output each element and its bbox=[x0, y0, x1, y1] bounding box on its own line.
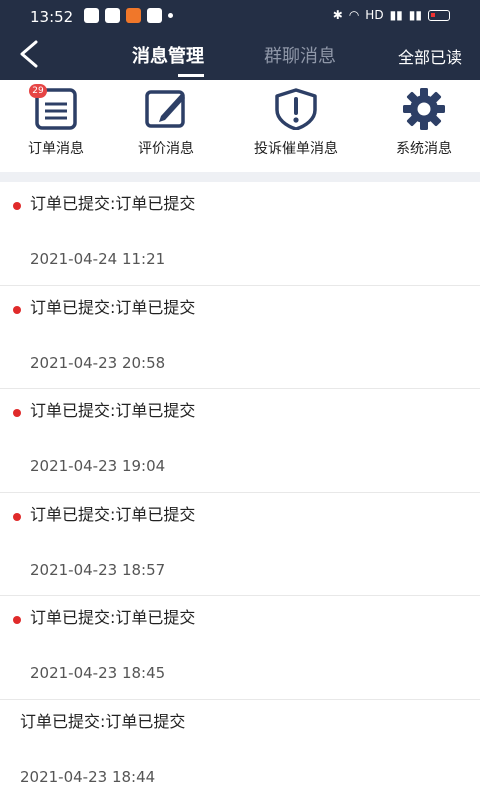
list-item[interactable]: 订单已提交:订单已提交 2021-04-23 18:44 bbox=[0, 699, 480, 800]
status-notification-icons bbox=[84, 8, 173, 23]
category-label: 系统消息 bbox=[396, 141, 452, 157]
network-type-label: HD bbox=[365, 8, 384, 22]
list-item[interactable]: 订单已提交:订单已提交 2021-04-23 18:57 bbox=[0, 492, 480, 596]
message-title: 订单已提交:订单已提交 bbox=[30, 297, 196, 317]
more-notifications-dot bbox=[168, 13, 173, 18]
text-notification-icon bbox=[147, 8, 162, 23]
signal-icon: ▮▮ bbox=[408, 8, 422, 22]
status-time: 13:52 bbox=[30, 8, 74, 26]
list-item[interactable]: 订单已提交:订单已提交 2021-04-23 19:04 bbox=[0, 389, 480, 493]
category-review-messages[interactable]: 评价消息 bbox=[128, 88, 204, 158]
signal-icon: ▮▮ bbox=[389, 8, 403, 22]
message-time: 2021-04-23 19:04 bbox=[30, 457, 166, 475]
back-arrow-icon bbox=[20, 40, 38, 68]
unread-dot bbox=[13, 305, 21, 314]
category-order-messages[interactable]: 29 订单消息 bbox=[18, 84, 94, 158]
unread-count-badge: 29 bbox=[29, 84, 47, 98]
message-title: 订单已提交:订单已提交 bbox=[30, 401, 196, 420]
mark-all-read-button[interactable]: 全部已读 bbox=[398, 44, 462, 68]
tab-message-management[interactable]: 消息管理 bbox=[132, 42, 204, 77]
message-categories: 29 订单消息 评价消息 投诉催单消息 系统消息 bbox=[0, 80, 480, 172]
wechat-notification-icon bbox=[105, 8, 120, 23]
order-document-icon: 29 bbox=[29, 84, 79, 130]
edit-review-icon bbox=[143, 88, 189, 130]
section-divider bbox=[0, 172, 480, 182]
message-time: 2021-04-23 18:44 bbox=[20, 767, 156, 786]
list-item[interactable]: 订单已提交:订单已提交 2021-04-23 20:58 bbox=[0, 285, 480, 389]
tab-group-chat[interactable]: 群聊消息 bbox=[264, 42, 336, 68]
complaint-shield-icon bbox=[273, 88, 319, 131]
list-item[interactable]: 订单已提交:订单已提交 2021-04-23 18:45 bbox=[0, 596, 480, 700]
list-item[interactable]: 订单已提交:订单已提交 2021-04-24 11:21 bbox=[0, 182, 480, 286]
message-title: 订单已提交:订单已提交 bbox=[20, 711, 186, 731]
category-label: 评价消息 bbox=[138, 141, 194, 157]
settings-gear-icon bbox=[401, 88, 447, 130]
message-title: 订单已提交:订单已提交 bbox=[30, 194, 196, 213]
message-time: 2021-04-23 18:45 bbox=[30, 664, 166, 682]
category-label: 订单消息 bbox=[28, 141, 84, 157]
category-system-messages[interactable]: 系统消息 bbox=[386, 88, 462, 158]
category-complaint-messages[interactable]: 投诉催单消息 bbox=[240, 88, 352, 158]
message-list: 订单已提交:订单已提交 2021-04-24 11:21 订单已提交:订单已提交… bbox=[0, 182, 480, 800]
back-button[interactable] bbox=[14, 38, 46, 70]
wifi-icon: ◠ bbox=[348, 8, 360, 22]
app-notification-icon bbox=[84, 8, 99, 23]
message-time: 2021-04-23 18:57 bbox=[30, 560, 166, 579]
app-header: 13:52 ✱ ◠ HD ▮▮ ▮▮ 消息管理 群聊消息 全部已读 bbox=[0, 0, 480, 80]
status-system-icons: ✱ ◠ HD ▮▮ ▮▮ bbox=[333, 8, 450, 22]
unread-dot bbox=[13, 202, 21, 210]
message-title: 订单已提交:订单已提交 bbox=[30, 608, 196, 627]
unread-dot bbox=[13, 616, 21, 624]
message-title: 订单已提交:订单已提交 bbox=[30, 504, 196, 524]
message-time: 2021-04-23 20:58 bbox=[30, 353, 166, 372]
category-label: 投诉催单消息 bbox=[254, 141, 338, 157]
bluetooth-icon: ✱ bbox=[332, 8, 343, 22]
status-bar: 13:52 ✱ ◠ HD ▮▮ ▮▮ bbox=[0, 0, 480, 34]
unread-dot bbox=[13, 409, 21, 417]
battery-icon bbox=[428, 9, 450, 21]
message-time: 2021-04-24 11:21 bbox=[30, 250, 166, 268]
unread-dot bbox=[13, 512, 21, 521]
app-notification-icon bbox=[126, 8, 141, 23]
